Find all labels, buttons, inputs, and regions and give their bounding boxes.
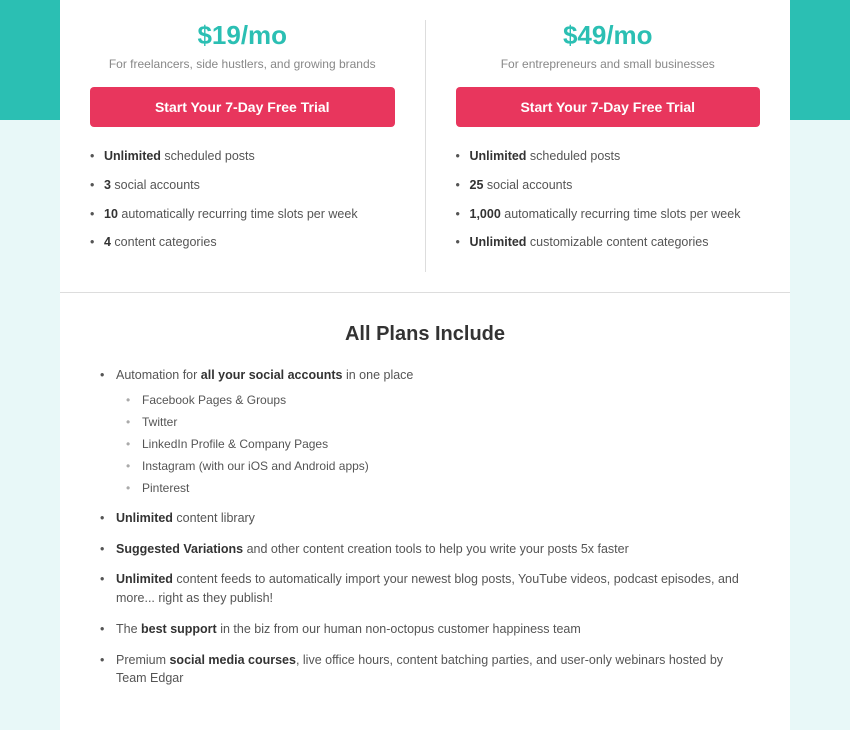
plan-right: $49/mo For entrepreneurs and small busin… bbox=[426, 0, 791, 292]
teal-left-accent bbox=[0, 0, 60, 120]
plan-right-feature-1: Unlimited scheduled posts bbox=[456, 147, 761, 166]
page-wrapper: $19/mo For freelancers, side hustlers, a… bbox=[60, 0, 790, 730]
all-plans-item-2-bold: Unlimited bbox=[116, 511, 173, 525]
all-plans-item-6-bold: social media courses bbox=[169, 653, 295, 667]
sublist-linkedin: LinkedIn Profile & Company Pages bbox=[126, 435, 750, 453]
plan-left-feature-1-bold: Unlimited bbox=[104, 149, 161, 163]
sublist-facebook: Facebook Pages & Groups bbox=[126, 391, 750, 409]
all-plans-item-1: Automation for all your social accounts … bbox=[100, 366, 750, 497]
plan-left-feature-2-bold: 3 bbox=[104, 178, 111, 192]
plan-left-feature-4: 4 content categories bbox=[90, 233, 395, 252]
all-plans-item-3-bold: Suggested Variations bbox=[116, 542, 243, 556]
all-plans-item-5-bold: best support bbox=[141, 622, 217, 636]
all-plans-list: Automation for all your social accounts … bbox=[100, 366, 750, 688]
all-plans-item-4-bold: Unlimited bbox=[116, 572, 173, 586]
plan-right-feature-4: Unlimited customizable content categorie… bbox=[456, 233, 761, 252]
plan-right-feature-2: 25 social accounts bbox=[456, 176, 761, 195]
plan-left-features: Unlimited scheduled posts 3 social accou… bbox=[90, 147, 395, 252]
sublist-pinterest: Pinterest bbox=[126, 479, 750, 497]
all-plans-item-3: Suggested Variations and other content c… bbox=[100, 540, 750, 559]
plan-right-price: $49/mo bbox=[456, 20, 761, 51]
social-accounts-sublist: Facebook Pages & Groups Twitter LinkedIn… bbox=[126, 391, 750, 497]
plan-left-feature-2: 3 social accounts bbox=[90, 176, 395, 195]
plan-left-price: $19/mo bbox=[90, 20, 395, 51]
plan-left: $19/mo For freelancers, side hustlers, a… bbox=[60, 0, 425, 292]
all-plans-item-2: Unlimited content library bbox=[100, 509, 750, 528]
plan-right-feature-4-bold: Unlimited bbox=[470, 235, 527, 249]
all-plans-section: All Plans Include Automation for all you… bbox=[60, 293, 790, 730]
all-plans-item-4: Unlimited content feeds to automatically… bbox=[100, 570, 750, 608]
plan-right-features: Unlimited scheduled posts 25 social acco… bbox=[456, 147, 761, 252]
all-plans-title: All Plans Include bbox=[100, 323, 750, 346]
plan-right-feature-1-bold: Unlimited bbox=[470, 149, 527, 163]
teal-right-accent bbox=[790, 0, 850, 120]
plan-right-feature-2-bold: 25 bbox=[470, 178, 484, 192]
plan-left-feature-1: Unlimited scheduled posts bbox=[90, 147, 395, 166]
plan-right-feature-3: 1,000 automatically recurring time slots… bbox=[456, 205, 761, 224]
plan-left-desc: For freelancers, side hustlers, and grow… bbox=[90, 57, 395, 71]
sublist-twitter: Twitter bbox=[126, 413, 750, 431]
all-plans-item-5: The best support in the biz from our hum… bbox=[100, 620, 750, 639]
all-plans-item-6: Premium social media courses, live offic… bbox=[100, 651, 750, 689]
plan-left-feature-3: 10 automatically recurring time slots pe… bbox=[90, 205, 395, 224]
pricing-section: $19/mo For freelancers, side hustlers, a… bbox=[60, 0, 790, 293]
plan-right-feature-3-bold: 1,000 bbox=[470, 207, 501, 221]
plan-left-feature-3-bold: 10 bbox=[104, 207, 118, 221]
plan-left-feature-4-bold: 4 bbox=[104, 235, 111, 249]
plan-left-cta-button[interactable]: Start Your 7-Day Free Trial bbox=[90, 87, 395, 127]
plan-right-cta-button[interactable]: Start Your 7-Day Free Trial bbox=[456, 87, 761, 127]
all-plans-item-1-bold: all your social accounts bbox=[201, 368, 343, 382]
sublist-instagram: Instagram (with our iOS and Android apps… bbox=[126, 457, 750, 475]
plan-right-desc: For entrepreneurs and small businesses bbox=[456, 57, 761, 71]
